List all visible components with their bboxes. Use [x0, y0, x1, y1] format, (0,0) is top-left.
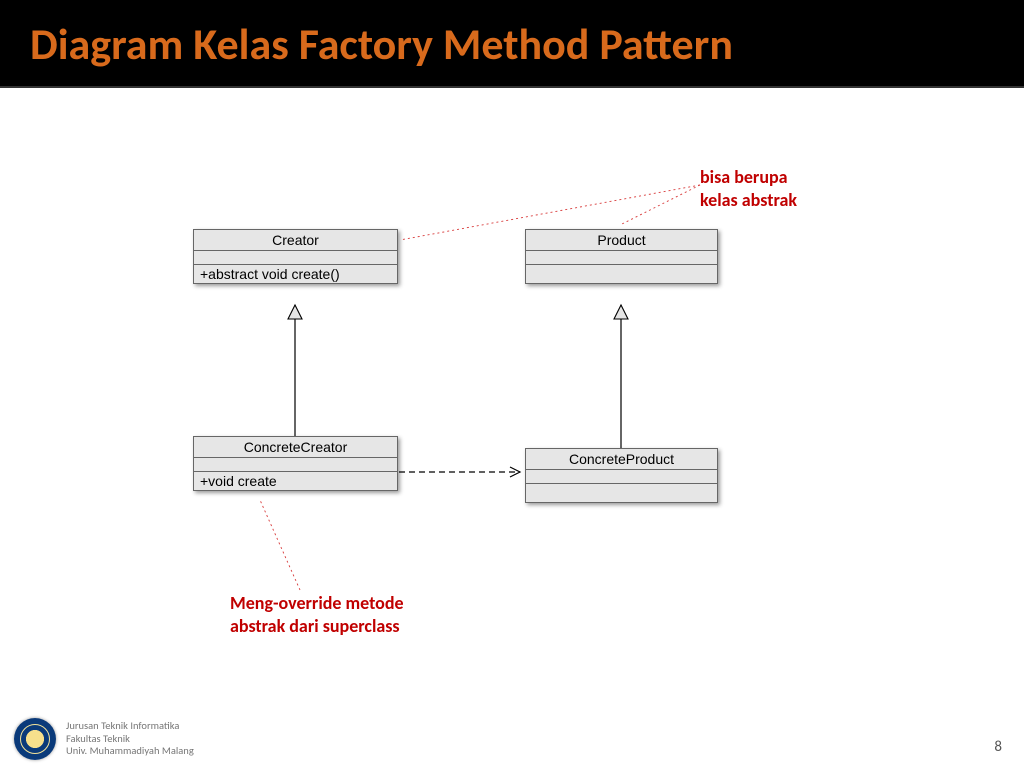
footer-line-1: Jurusan Teknik Informatika — [66, 720, 194, 733]
university-logo-icon — [14, 718, 56, 760]
annotation-override: Meng-override metodeabstrak dari supercl… — [230, 592, 404, 637]
class-concrete-product-ops — [526, 484, 717, 502]
diagram-canvas: bisa berupa kelas abstrak Creator +abstr… — [0, 130, 1024, 690]
class-concrete-creator-ops: +void create — [194, 472, 397, 490]
class-product-name: Product — [526, 230, 717, 251]
class-product: Product — [525, 229, 718, 284]
page-number: 8 — [994, 738, 1002, 756]
class-concrete-creator-name: ConcreteCreator — [194, 437, 397, 458]
leader-line-top-2 — [620, 185, 700, 225]
footer: Jurusan Teknik Informatika Fakultas Tekn… — [0, 710, 1024, 768]
class-creator-name: Creator — [194, 230, 397, 251]
footer-text: Jurusan Teknik Informatika Fakultas Tekn… — [66, 720, 194, 758]
class-creator: Creator +abstract void create() — [193, 229, 398, 284]
inheritance-arrow-creator — [288, 305, 302, 319]
title-band: Diagram Kelas Factory Method Pattern — [0, 0, 1024, 88]
connectors — [0, 130, 1024, 690]
class-concrete-product: ConcreteProduct — [525, 448, 718, 503]
class-concrete-creator: ConcreteCreator +void create — [193, 436, 398, 491]
slide-title: Diagram Kelas Factory Method Pattern — [30, 20, 994, 68]
class-concrete-product-name: ConcreteProduct — [526, 449, 717, 470]
slide: Diagram Kelas Factory Method Pattern bis… — [0, 0, 1024, 768]
inheritance-arrow-product — [614, 305, 628, 319]
class-creator-attrs — [194, 251, 397, 265]
footer-line-3: Univ. Muhammadiyah Malang — [66, 745, 194, 758]
class-product-attrs — [526, 251, 717, 265]
class-creator-ops: +abstract void create() — [194, 265, 397, 283]
class-product-ops — [526, 265, 717, 283]
class-concrete-product-attrs — [526, 470, 717, 484]
annotation-abstract-class: bisa berupa kelas abstrak — [700, 166, 797, 211]
class-concrete-creator-attrs — [194, 458, 397, 472]
leader-line-bottom — [260, 500, 300, 590]
